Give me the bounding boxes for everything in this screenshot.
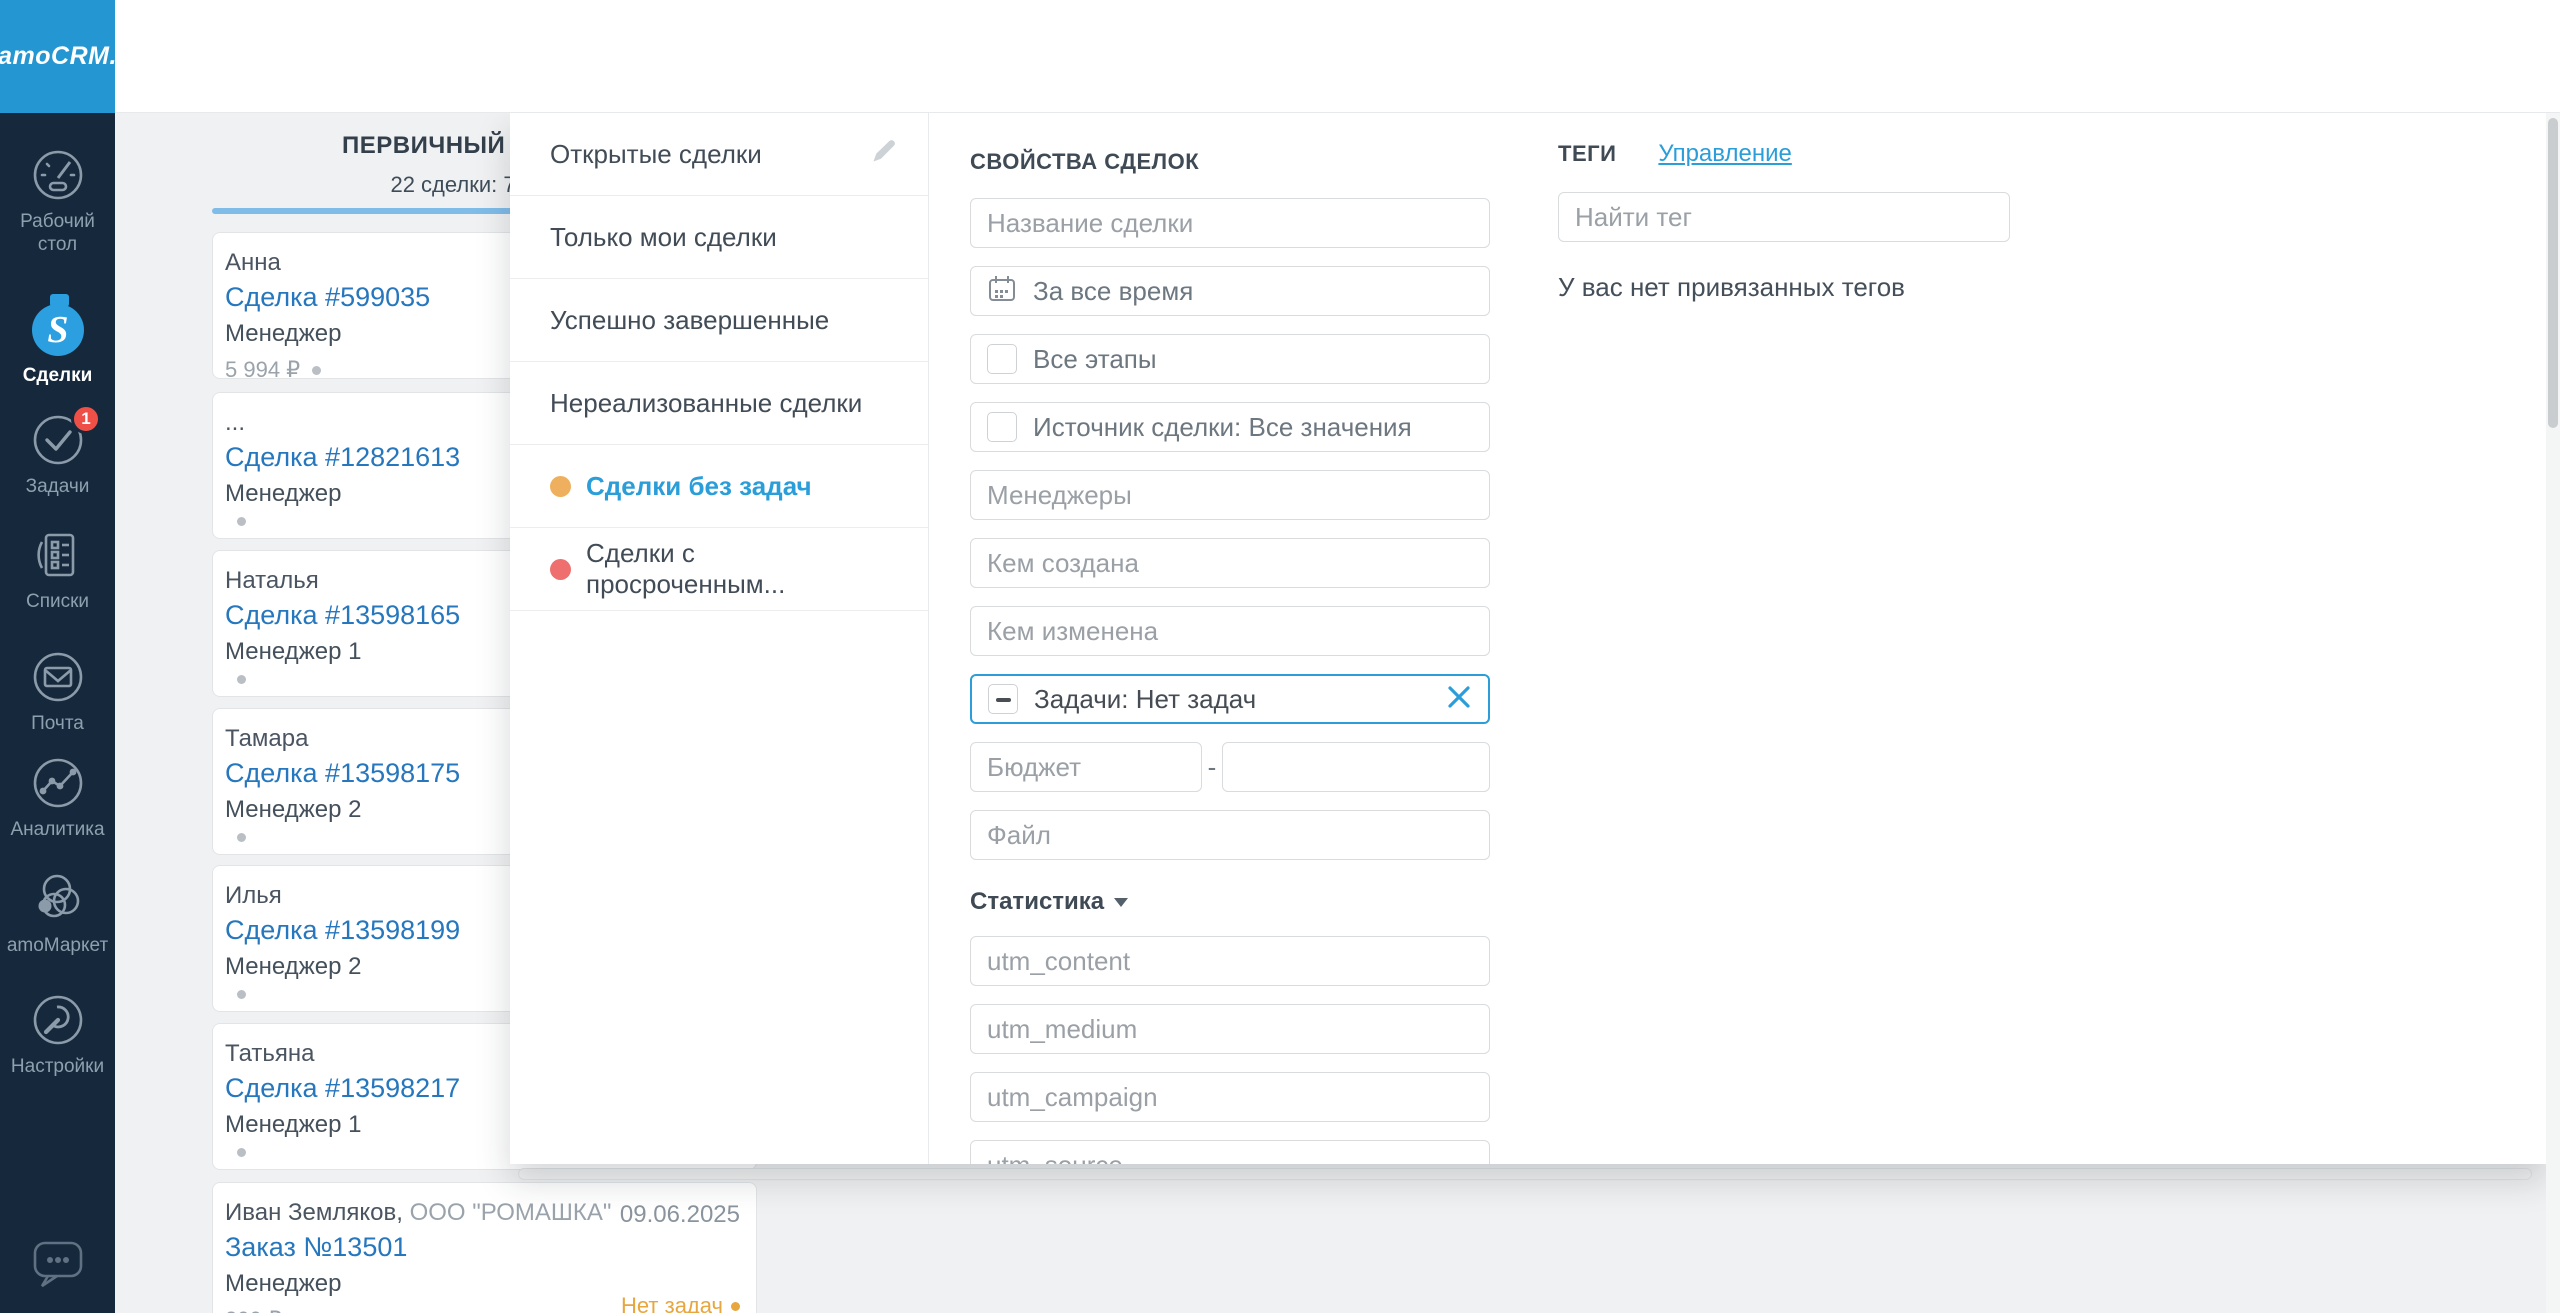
settings-icon	[30, 992, 86, 1048]
budget-range-dash: -	[1202, 752, 1222, 783]
field-budget-from[interactable]: Бюджет	[970, 742, 1202, 792]
company-name: ООО "РОМАШКА"	[410, 1199, 612, 1226]
field-modified-by[interactable]: Кем изменена	[970, 606, 1490, 656]
chat-icon	[26, 1233, 90, 1291]
tasks-badge: 1	[71, 404, 101, 434]
checkbox-indeterminate[interactable]	[988, 684, 1018, 714]
horizontal-scrollbar[interactable]	[518, 1168, 2532, 1180]
vertical-scrollbar[interactable]	[2546, 113, 2560, 1313]
field-period[interactable]: За все время	[970, 266, 1490, 316]
task-dot-icon	[237, 1148, 246, 1157]
filter-panel: Открытые сделки Только мои сделки Успешн…	[510, 113, 2546, 1164]
sidebar-item-dashboard[interactable]: Рабочий стол	[0, 147, 115, 256]
field-budget-to[interactable]	[1222, 742, 1490, 792]
mail-icon	[30, 649, 86, 705]
deal-date: 09.06.2025	[620, 1201, 740, 1229]
sidebar-item-market[interactable]: amoМаркет	[0, 869, 115, 957]
sidebar-item-mail[interactable]: Почта	[0, 649, 115, 735]
sidebar-item-settings[interactable]: Настройки	[0, 992, 115, 1078]
field-source[interactable]: Источник сделки: Все значения	[970, 402, 1490, 452]
sidebar: amoCRM. Рабочий стол S Сделки 1 Задачи	[0, 0, 115, 1313]
preset-label: Только мои сделки	[550, 222, 777, 253]
preset-deals-without-tasks[interactable]: Сделки без задач	[510, 445, 928, 528]
calendar-icon	[987, 274, 1017, 309]
field-utm-medium[interactable]: utm_medium	[970, 1004, 1490, 1054]
preset-label: Нереализованные сделки	[550, 388, 862, 419]
tags-title: ТЕГИ	[1558, 141, 1616, 167]
caret-down-icon	[1114, 898, 1128, 907]
field-stages[interactable]: Все этапы	[970, 334, 1490, 384]
field-utm-content[interactable]: utm_content	[970, 936, 1490, 986]
preset-label: Сделки с просроченным...	[586, 538, 898, 600]
preset-my-deals[interactable]: Только мои сделки	[510, 196, 928, 279]
no-tasks-label: Нет задач	[621, 1293, 723, 1313]
deal-card[interactable]: Иван Земляков, ООО "РОМАШКА" 09.06.2025 …	[212, 1182, 757, 1313]
deals-icon: S	[27, 293, 89, 357]
svg-text:S: S	[47, 309, 68, 351]
task-dot-icon	[237, 990, 246, 999]
preset-label: Сделки без задач	[586, 471, 812, 502]
market-icon	[30, 869, 86, 927]
preset-label: Успешно завершенные	[550, 305, 829, 336]
field-utm-campaign[interactable]: utm_campaign	[970, 1072, 1490, 1122]
analytics-icon	[30, 755, 86, 811]
field-utm-source[interactable]: utm_source	[970, 1140, 1490, 1164]
task-dot-icon	[237, 675, 246, 684]
panel-divider	[928, 113, 929, 1164]
sidebar-item-deals[interactable]: S Сделки	[0, 293, 115, 387]
field-tasks-active[interactable]: Задачи: Нет задач	[970, 674, 1490, 724]
overdue-dot-icon	[731, 1302, 740, 1311]
sidebar-item-lists[interactable]: Списки	[0, 527, 115, 613]
edit-pencil-icon[interactable]	[870, 137, 898, 172]
preset-label: Открытые сделки	[550, 139, 762, 170]
deal-price: 5 994 ₽	[225, 357, 300, 383]
deal-price: 200 ₽	[225, 1307, 282, 1313]
tags-manage-link[interactable]: Управление	[1658, 140, 1791, 168]
task-dot-icon	[312, 366, 321, 375]
properties-fields: Название сделки За все время Все этапы И…	[970, 198, 1490, 1164]
field-managers[interactable]: Менеджеры	[970, 470, 1490, 520]
field-created-by[interactable]: Кем создана	[970, 538, 1490, 588]
sidebar-item-analytics[interactable]: Аналитика	[0, 755, 115, 841]
topbar	[115, 0, 2560, 113]
scrollbar-thumb[interactable]	[2548, 118, 2558, 428]
lists-icon	[30, 527, 86, 583]
dashboard-icon	[30, 147, 86, 203]
preset-won-deals[interactable]: Успешно завершенные	[510, 279, 928, 362]
preset-lost-deals[interactable]: Нереализованные сделки	[510, 362, 928, 445]
properties-title: СВОЙСТВА СДЕЛОК	[970, 149, 1199, 175]
preset-open-deals[interactable]: Открытые сделки	[510, 113, 928, 196]
sidebar-item-tasks[interactable]: 1 Задачи	[0, 412, 115, 498]
field-budget-row: Бюджет -	[970, 742, 1490, 792]
support-chat-button[interactable]	[0, 1233, 115, 1291]
preset-overdue-deals[interactable]: Сделки с просроченным...	[510, 528, 928, 611]
deal-link[interactable]: Заказ №13501	[225, 1232, 740, 1263]
checkbox[interactable]	[987, 412, 1017, 442]
amocrm-logo[interactable]: amoCRM.	[0, 0, 115, 113]
statistics-section-toggle[interactable]: Статистика	[970, 888, 1490, 916]
field-file[interactable]: Файл	[970, 810, 1490, 860]
tags-section: ТЕГИ Управление У вас нет привязанных те…	[1558, 140, 2010, 303]
field-deal-name[interactable]: Название сделки	[970, 198, 1490, 248]
task-dot-icon	[237, 833, 246, 842]
tags-empty-text: У вас нет привязанных тегов	[1558, 272, 2010, 303]
clear-filter-icon[interactable]	[1446, 684, 1472, 715]
task-dot-icon	[237, 517, 246, 526]
orange-dot-icon	[550, 476, 571, 497]
tag-search-input[interactable]	[1558, 192, 2010, 242]
contact-name: Иван Земляков,	[225, 1199, 403, 1226]
red-dot-icon	[550, 559, 571, 580]
checkbox[interactable]	[987, 344, 1017, 374]
